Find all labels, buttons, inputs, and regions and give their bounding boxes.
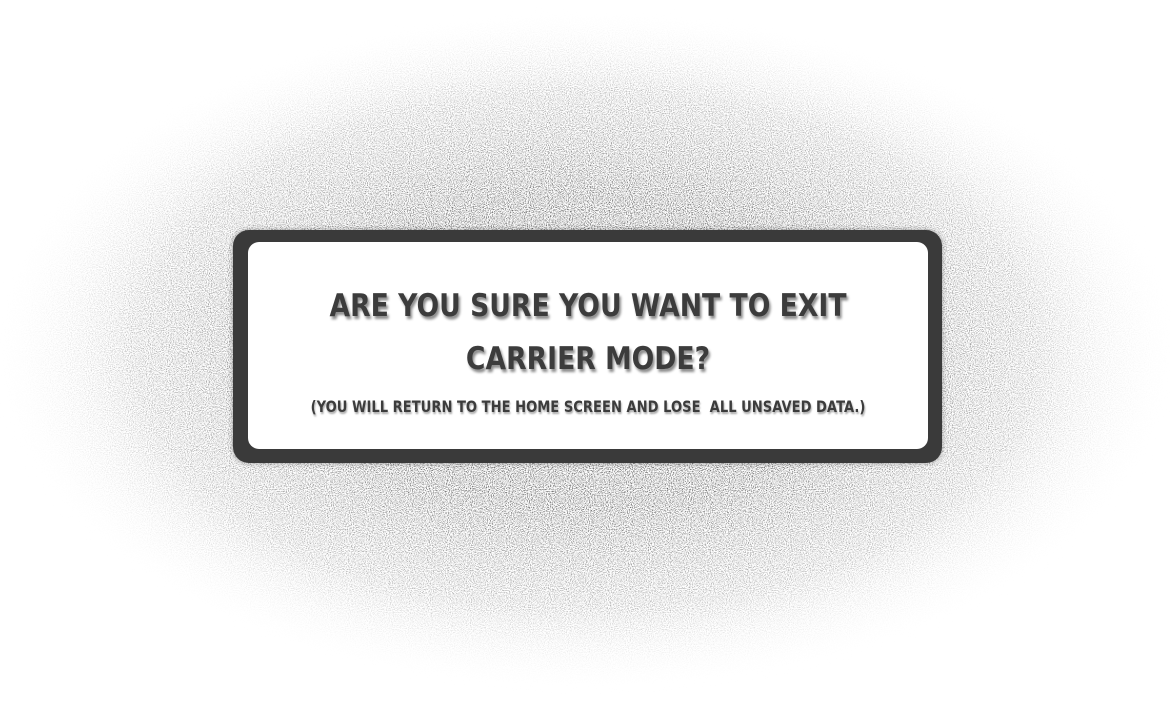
dialog-subtitle: (YOU WILL RETURN TO THE HOME SCREEN AND … (310, 397, 866, 416)
screen: ARE YOU SURE YOU WANT TO EXIT CARRIER MO… (0, 0, 1171, 710)
dialog-title-line-1: ARE YOU SURE YOU WANT TO EXIT (329, 288, 847, 324)
exit-carrier-mode-dialog: ARE YOU SURE YOU WANT TO EXIT CARRIER MO… (233, 230, 942, 463)
dialog-title-line-2: CARRIER MODE? (465, 341, 711, 377)
dialog-title: ARE YOU SURE YOU WANT TO EXIT CARRIER MO… (296, 280, 881, 386)
dialog-panel: ARE YOU SURE YOU WANT TO EXIT CARRIER MO… (248, 242, 928, 449)
